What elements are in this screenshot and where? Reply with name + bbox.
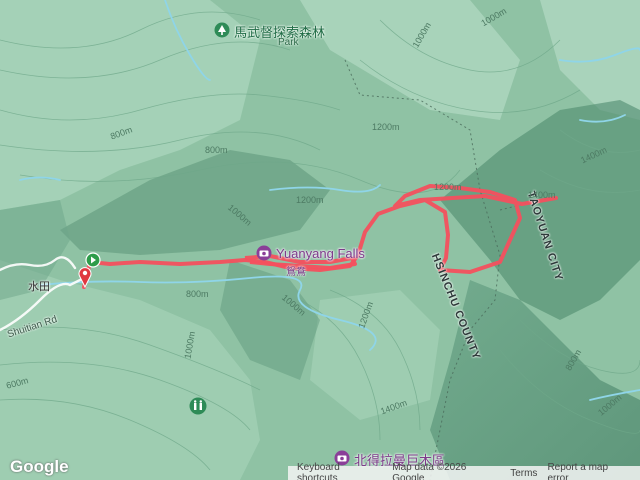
elevation-label: 1200m (372, 122, 400, 132)
elevation-label: 800m (186, 289, 209, 299)
end-marker-icon[interactable] (78, 266, 92, 289)
map-data-text: Map data ©2026 Google (392, 462, 467, 480)
keyboard-shortcuts-link[interactable]: Keyboard shortcuts (292, 462, 387, 480)
tree-pin-icon[interactable] (214, 22, 230, 38)
camera-pin-icon[interactable] (256, 245, 272, 261)
terms-link[interactable]: Terms (505, 468, 542, 479)
elevation-label: 1200m (296, 195, 324, 205)
elevation-label: 1200m (434, 182, 462, 192)
report-error-link[interactable]: Report a map error (542, 462, 636, 480)
attribution-bar: Keyboard shortcuts Map data ©2026 Google… (288, 462, 640, 480)
elevation-label: 800m (205, 145, 228, 155)
village-label: 水田 (28, 281, 50, 293)
park-sub-label: Park (278, 37, 299, 48)
falls-zh-label: 鴛鴦 (286, 267, 306, 278)
restroom-pin-icon[interactable] (189, 397, 207, 415)
google-logo: Google (10, 457, 69, 476)
elevation-label: 1400m (528, 190, 556, 200)
falls-label[interactable]: Yuanyang Falls (276, 246, 365, 261)
map-canvas[interactable]: 馬武督探索森林 Park Yuanyang Falls 鴛鴦 北得拉曼巨木區 H… (0, 0, 640, 480)
